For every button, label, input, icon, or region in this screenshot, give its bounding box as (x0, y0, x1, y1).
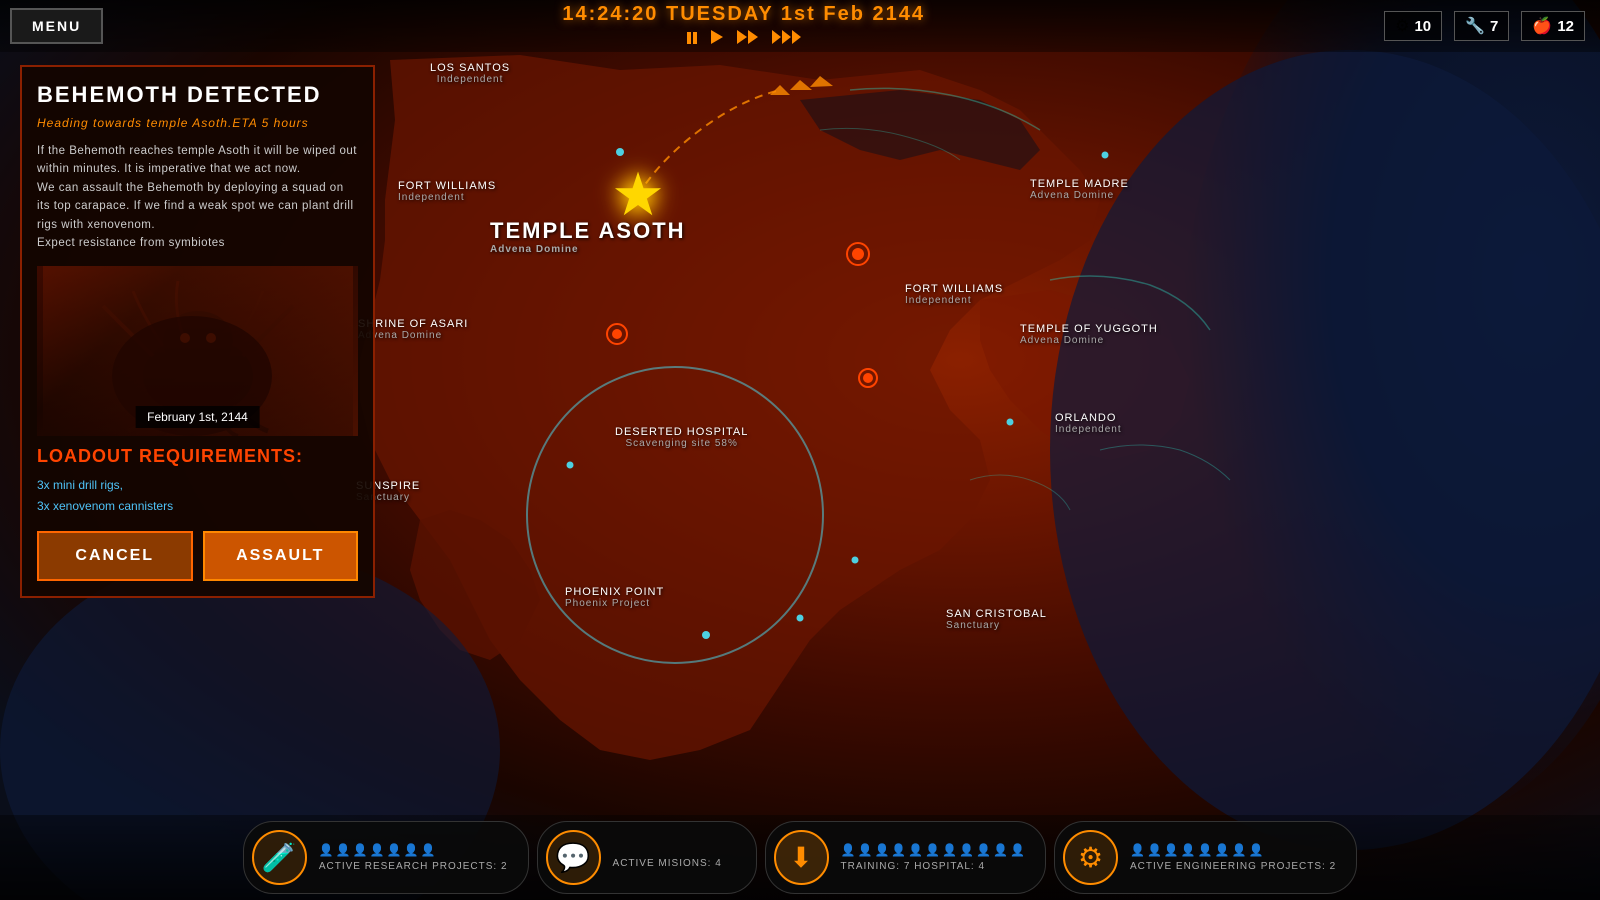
top-bar: MENU 14:24:20 TUESDAY 1st Feb 2144 ⚙ 10 … (0, 0, 1600, 52)
stat-engineering: 🔧 7 (1454, 11, 1509, 41)
alert-subtitle: Heading towards temple Asoth.ETA 5 hours (37, 116, 358, 130)
science-icon: ⚙ (1395, 16, 1409, 36)
bottom-bar: 🧪 👤 👤 👤 👤 👤 👤 👤 Active Research Projects… (0, 815, 1600, 900)
training-icon-circle: ⬇ (774, 830, 829, 885)
engineering-icon-bottom: ⚙ (1078, 841, 1103, 874)
engineering-label: Active Engineering Projects: 2 (1130, 861, 1336, 872)
research-persons: 👤 👤 👤 👤 👤 👤 👤 (319, 843, 508, 857)
research-icon: 🧪 (262, 841, 297, 874)
play-button[interactable] (707, 28, 727, 49)
engineering-panel[interactable]: ⚙ 👤 👤 👤 👤 👤 👤 👤 👤 Active Engineering Pro… (1054, 821, 1357, 894)
marker-orlando-dot (1007, 419, 1014, 426)
missions-icon-circle: 💬 (546, 830, 601, 885)
missions-panel[interactable]: 💬 Active Misions: 4 (537, 821, 757, 894)
training-label: Training: 7 Hospital: 4 (841, 861, 1025, 872)
food-icon: 🍎 (1532, 16, 1552, 36)
alert-description: If the Behemoth reaches temple Asoth it … (37, 142, 358, 252)
assault-button[interactable]: ASSAULT (203, 531, 359, 581)
pause-button[interactable] (683, 29, 701, 49)
speed-controls (683, 28, 805, 49)
marker-sunspire-dot (567, 462, 574, 469)
action-buttons: CANCEL ASSAULT (37, 531, 358, 581)
training-panel-content: 👤 👤 👤 👤 👤 👤 👤 👤 👤 👤 👤 Training: 7 Hospit… (841, 843, 1025, 872)
training-panel[interactable]: ⬇ 👤 👤 👤 👤 👤 👤 👤 👤 👤 👤 👤 Training: 7 Hosp… (765, 821, 1046, 894)
date-badge: February 1st, 2144 (135, 406, 260, 428)
cancel-button[interactable]: CANCEL (37, 531, 193, 581)
research-panel-content: 👤 👤 👤 👤 👤 👤 👤 Active Research Projects: … (319, 843, 508, 872)
missions-panel-content: Active Misions: 4 (613, 846, 722, 869)
marker-coast-dot (852, 557, 859, 564)
fast-forward-button[interactable] (733, 28, 762, 49)
stat-food: 🍎 12 (1521, 11, 1585, 41)
loadout-requirements: 3x mini drill rigs, 3x xenovenom cannist… (37, 475, 358, 516)
marker-phoenix-dot (702, 631, 710, 639)
research-panel[interactable]: 🧪 👤 👤 👤 👤 👤 👤 👤 Active Research Projects… (243, 821, 529, 894)
engineering-icon: 🔧 (1465, 16, 1485, 36)
triple-speed-button[interactable] (768, 28, 805, 49)
research-label: Active Research Projects: 2 (319, 861, 508, 872)
alert-title: BEHEMOTH DETECTED (37, 82, 358, 108)
marker-temple-madre-dot (1102, 152, 1109, 159)
datetime-display: 14:24:20 TUESDAY 1st Feb 2144 (562, 3, 925, 49)
alert-panel: BEHEMOTH DETECTED Heading towards temple… (20, 65, 375, 598)
missions-icon: 💬 (556, 841, 591, 874)
marker-teal-top (616, 148, 624, 156)
datetime-text: 14:24:20 TUESDAY 1st Feb 2144 (562, 3, 925, 26)
research-icon-circle: 🧪 (252, 830, 307, 885)
marker-san-cristobal-dot (797, 615, 804, 622)
engineering-icon-circle: ⚙ (1063, 830, 1118, 885)
engineering-persons: 👤 👤 👤 👤 👤 👤 👤 👤 (1130, 843, 1336, 857)
training-icon: ⬇ (789, 841, 812, 874)
missions-label: Active Misions: 4 (613, 858, 722, 869)
training-persons: 👤 👤 👤 👤 👤 👤 👤 👤 👤 👤 👤 (841, 843, 1025, 857)
loadout-title: LOADOUT REQUIREMENTS: (37, 446, 358, 467)
top-right-stats: ⚙ 10 🔧 7 🍎 12 (1384, 11, 1585, 41)
monster-image: February 1st, 2144 (37, 266, 358, 436)
engineering-panel-content: 👤 👤 👤 👤 👤 👤 👤 👤 Active Engineering Proje… (1130, 843, 1336, 872)
menu-button[interactable]: MENU (10, 8, 103, 44)
behemoth-icon: ★ (611, 160, 665, 230)
stat-science: ⚙ 10 (1384, 11, 1442, 41)
